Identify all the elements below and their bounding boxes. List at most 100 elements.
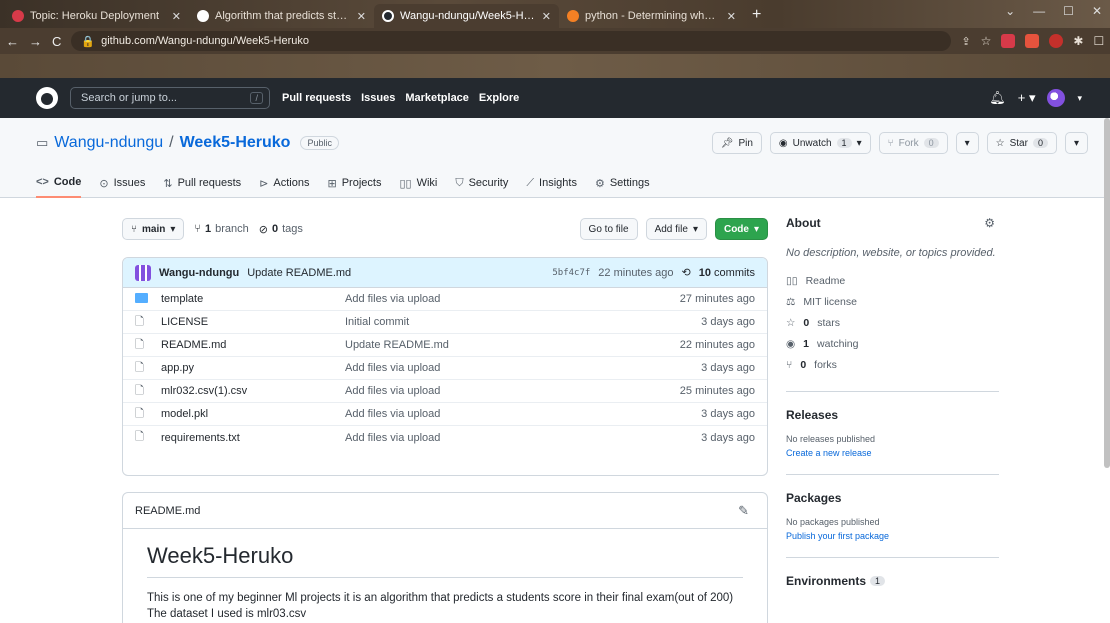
bookmark-star-icon[interactable]: ☆ [981,34,992,48]
file-name[interactable]: README.md [161,339,345,351]
pdf-extension-icon[interactable] [1025,34,1040,48]
minimize-icon[interactable]: — [1033,4,1045,18]
table-row[interactable]: 🗋 requirements.txt Add files via upload … [123,426,767,449]
extension-icon[interactable] [1049,34,1064,48]
browser-tab-active[interactable]: Wangu-ndungu/Week5-Heruko ✕ [374,4,559,28]
file-age: 3 days ago [701,431,755,444]
maximize-icon[interactable]: ☐ [1063,4,1074,18]
pin-button[interactable]: 📌︎ Pin [711,132,762,154]
github-logo-icon[interactable] [36,87,58,109]
file-name[interactable]: app.py [161,362,345,374]
share-icon[interactable]: ⇪ [961,35,970,48]
code-button[interactable]: Code ▾ [714,218,768,240]
nav-marketplace[interactable]: Marketplace [405,92,469,104]
file-commit-message[interactable]: Initial commit [345,316,655,328]
file-name[interactable]: requirements.txt [161,432,345,444]
readme-link[interactable]: ▯▯ Readme [786,270,999,291]
create-release-link[interactable]: Create a new release [786,448,999,458]
table-row[interactable]: template Add files via upload 27 minutes… [123,288,767,311]
reload-icon[interactable]: C [52,34,61,49]
tab-insights[interactable]: ⟋ Insights [526,176,577,198]
create-new-icon[interactable]: + ▾ [1018,90,1036,106]
table-row[interactable]: 🗋 README.md Update README.md 22 minutes … [123,334,767,357]
browser-tab[interactable]: Algorithm that predicts students ✕ [189,4,374,28]
commits-link[interactable]: 10 commits [699,267,755,279]
branch-name: main [142,223,166,235]
add-file-button[interactable]: Add file ▾ [645,218,707,240]
forks-link[interactable]: ⑂ 0 forks [786,354,999,375]
extension-icon[interactable] [1001,34,1016,48]
file-commit-message[interactable]: Update README.md [345,339,655,351]
new-tab-button[interactable]: + [744,6,769,28]
file-name[interactable]: model.pkl [161,408,345,420]
repo-name-link[interactable]: Week5-Heruko [180,134,291,152]
nav-pull-requests[interactable]: Pull requests [282,92,351,104]
avatar[interactable] [135,264,151,281]
tab-settings[interactable]: ⚙ Settings [595,176,650,198]
go-to-file-button[interactable]: Go to file [579,218,638,240]
pencil-icon[interactable]: ✎ [738,503,749,519]
watching-link[interactable]: ◉ 1 watching [786,333,999,354]
packages-heading[interactable]: Packages [786,491,999,505]
star-dropdown-button[interactable]: ▾ [1064,132,1088,154]
gear-icon[interactable]: ⚙ [984,216,995,230]
close-window-icon[interactable]: ✕ [1092,4,1102,18]
avatar[interactable] [1047,89,1066,107]
search-input[interactable]: Search or jump to... / [70,87,270,109]
commit-message[interactable]: Update README.md [247,267,351,279]
chevron-down-icon[interactable]: ▾ [1077,93,1082,104]
puzzle-icon[interactable]: ✱ [1073,34,1083,48]
file-commit-message[interactable]: Add files via upload [345,362,655,374]
branch-select-button[interactable]: ⑂ main ▾ [122,218,185,240]
scrollbar[interactable] [1104,118,1110,468]
close-icon[interactable]: ✕ [172,10,181,23]
repo-owner-link[interactable]: Wangu-ndungu [54,134,163,152]
readme-filename[interactable]: README.md [135,505,200,517]
close-icon[interactable]: ✕ [542,10,551,23]
back-icon[interactable]: ← [6,34,19,49]
bell-icon[interactable]: 🔔︎ [989,90,1006,106]
environments-heading[interactable]: Environments 1 [786,574,999,588]
forward-icon[interactable]: → [29,34,42,49]
tab-wiki[interactable]: ▯▯ Wiki [399,176,437,198]
table-icon: ⊞ [327,177,337,190]
nav-explore[interactable]: Explore [479,92,519,104]
commit-author[interactable]: Wangu-ndungu [159,267,239,279]
table-row[interactable]: 🗋 LICENSE Initial commit 3 days ago [123,311,767,334]
nav-issues[interactable]: Issues [361,92,395,104]
tab-actions[interactable]: ⊳ Actions [259,176,309,198]
unwatch-button[interactable]: ◉ Unwatch 1 ▾ [769,132,871,154]
table-row[interactable]: 🗋 app.py Add files via upload 3 days ago [123,357,767,380]
file-name[interactable]: mlr032.csv(1).csv [161,385,345,397]
url-input[interactable]: 🔒 github.com/Wangu-ndungu/Week5-Heruko [71,31,952,51]
releases-heading[interactable]: Releases [786,408,999,422]
table-row[interactable]: 🗋 mlr032.csv(1).csv Add files via upload… [123,380,767,403]
file-commit-message[interactable]: Add files via upload [345,293,655,305]
tab-search-icon[interactable]: ⌄ [1005,4,1015,18]
file-commit-message[interactable]: Add files via upload [345,408,655,420]
stars-link[interactable]: ☆ 0 stars [786,312,999,333]
file-commit-message[interactable]: Add files via upload [345,385,655,397]
browser-tab[interactable]: Topic: Heroku Deployment ✕ [4,4,189,28]
fork-dropdown-button[interactable]: ▾ [955,132,979,154]
tab-issues[interactable]: ⊙ Issues [99,176,145,198]
file-name[interactable]: template [161,293,345,305]
star-button[interactable]: ☆ Star 0 [986,132,1057,154]
tab-code[interactable]: <> Code [36,176,82,198]
table-row[interactable]: 🗋 model.pkl Add files via upload 3 days … [123,403,767,426]
browser-tab[interactable]: python - Determining what versi ✕ [559,4,744,28]
sidepanel-icon[interactable]: ☐ [1093,34,1104,48]
commit-sha[interactable]: 5bf4c7f [552,268,590,278]
tab-pull-requests[interactable]: ⇅ Pull requests [163,176,241,198]
close-icon[interactable]: ✕ [727,10,736,23]
license-link[interactable]: ⚖ MIT license [786,291,999,312]
tab-security[interactable]: ⛉ Security [455,176,508,198]
file-commit-message[interactable]: Add files via upload [345,432,655,444]
fork-button[interactable]: ⑂ Fork 0 [878,132,948,154]
tab-projects[interactable]: ⊞ Projects [327,176,381,198]
file-name[interactable]: LICENSE [161,316,345,328]
branches-link[interactable]: ⑂ 1 branch [194,223,248,235]
tags-link[interactable]: ⊘ 0 tags [259,223,303,236]
publish-package-link[interactable]: Publish your first package [786,531,999,541]
close-icon[interactable]: ✕ [357,10,366,23]
